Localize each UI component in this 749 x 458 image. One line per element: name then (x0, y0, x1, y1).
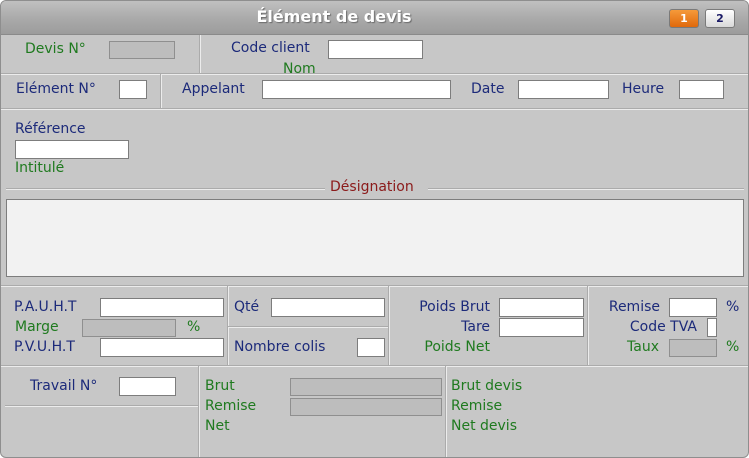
marge-unit: % (187, 319, 201, 335)
element-devis-window: Élément de devis 1 2 Devis N° Code clien… (0, 0, 749, 458)
designation-textarea[interactable] (6, 199, 744, 277)
separator (1, 366, 748, 367)
brut-label: Brut (205, 378, 235, 394)
brut-devis-label: Brut devis (451, 378, 523, 394)
separator (1, 286, 748, 287)
travail-number-label: Travail N° (30, 378, 98, 394)
code-tva-input[interactable] (707, 318, 717, 337)
pvuht-input[interactable] (100, 338, 224, 357)
marge-field (82, 319, 176, 337)
taux-label: Taux (627, 339, 659, 355)
poids-net-label: Poids Net (424, 339, 490, 355)
pauht-label: P.A.U.H.T (14, 299, 77, 315)
page-1-button[interactable]: 1 (669, 9, 699, 28)
separator (228, 327, 388, 328)
heure-label: Heure (622, 81, 665, 97)
remise-total-label: Remise (205, 398, 257, 414)
heure-input[interactable] (679, 80, 724, 99)
remise-total-field (290, 398, 442, 416)
remise-label: Remise (608, 299, 660, 315)
separator (1, 74, 748, 75)
separator (389, 286, 390, 365)
separator (161, 74, 162, 108)
separator (199, 366, 200, 457)
tare-input[interactable] (499, 318, 584, 337)
qte-input[interactable] (271, 298, 385, 317)
remise-devis-label: Remise (451, 398, 503, 414)
appelant-input[interactable] (262, 80, 451, 99)
designation-rule-left (6, 189, 325, 190)
travail-number-input[interactable] (119, 377, 176, 396)
devis-number-field (109, 41, 175, 59)
pauht-input[interactable] (100, 298, 224, 317)
nombre-colis-label: Nombre colis (234, 339, 326, 355)
nombre-colis-input[interactable] (357, 338, 385, 357)
code-client-label: Code client (231, 40, 310, 56)
poids-brut-label: Poids Brut (419, 299, 490, 315)
remise-input[interactable] (669, 298, 717, 317)
taux-unit: % (726, 339, 740, 355)
nom-label: Nom (283, 61, 316, 77)
brut-field (290, 378, 442, 396)
date-label: Date (471, 81, 505, 97)
designation-legend: Désignation (330, 179, 414, 195)
taux-field (669, 339, 717, 357)
code-client-input[interactable] (328, 40, 423, 59)
appelant-label: Appelant (182, 81, 245, 97)
devis-number-label: Devis N° (25, 41, 86, 57)
title-bar: Élément de devis 1 2 (1, 1, 748, 35)
reference-label: Référence (15, 121, 86, 137)
separator (1, 109, 748, 110)
net-label: Net (205, 418, 230, 434)
page-2-button[interactable]: 2 (705, 9, 735, 28)
remise-unit: % (726, 299, 740, 315)
reference-input[interactable] (15, 140, 129, 159)
pvuht-label: P.V.U.H.T (14, 339, 75, 355)
poids-brut-input[interactable] (499, 298, 584, 317)
element-number-label: Elément N° (16, 81, 96, 97)
qte-label: Qté (234, 299, 260, 315)
marge-label: Marge (15, 319, 59, 335)
separator (5, 406, 198, 407)
intitule-label: Intitulé (15, 160, 65, 176)
separator (200, 35, 201, 73)
tare-label: Tare (461, 319, 490, 335)
window-title: Élément de devis (256, 7, 412, 26)
date-input[interactable] (518, 80, 609, 99)
separator (446, 366, 447, 457)
code-tva-label: Code TVA (629, 319, 697, 335)
designation-rule-right (428, 189, 744, 190)
net-devis-label: Net devis (451, 418, 517, 434)
element-number-input[interactable] (119, 80, 147, 99)
